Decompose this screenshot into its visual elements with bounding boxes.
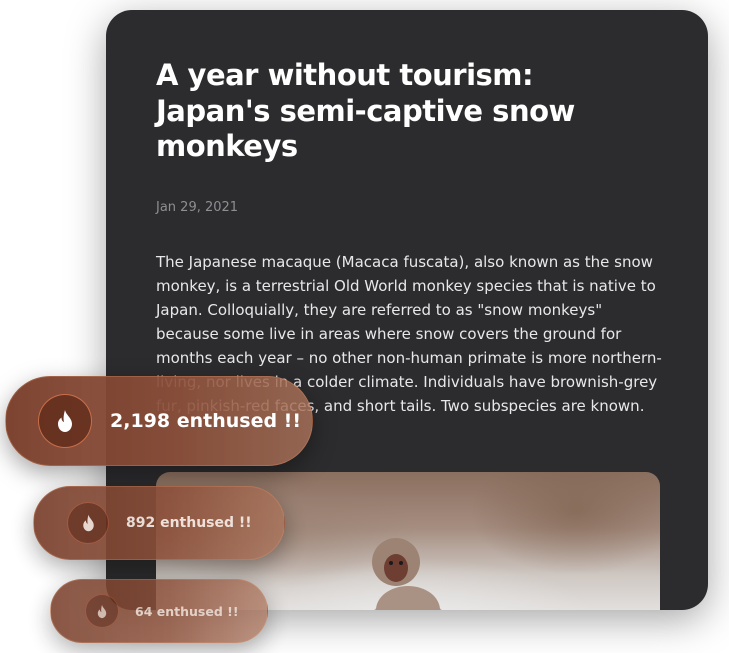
article-title: A year without tourism: Japan's semi-cap… xyxy=(156,58,575,164)
enthused-badge-large[interactable]: 2,198 enthused !! xyxy=(5,376,313,466)
flame-icon xyxy=(67,502,109,544)
enthused-count-label: 2,198 enthused !! xyxy=(110,410,302,432)
article-date: Jan 29, 2021 xyxy=(156,200,239,215)
stage: A year without tourism: Japan's semi-cap… xyxy=(0,0,729,653)
enthused-count-label: 892 enthused !! xyxy=(126,515,252,531)
enthused-count-label: 64 enthused !! xyxy=(135,603,239,619)
flame-icon xyxy=(38,394,92,448)
enthused-badge-medium[interactable]: 892 enthused !! xyxy=(33,486,285,560)
enthused-badge-small[interactable]: 64 enthused !! xyxy=(50,579,268,643)
flame-icon xyxy=(85,594,119,628)
snow-monkey-image xyxy=(372,538,442,610)
